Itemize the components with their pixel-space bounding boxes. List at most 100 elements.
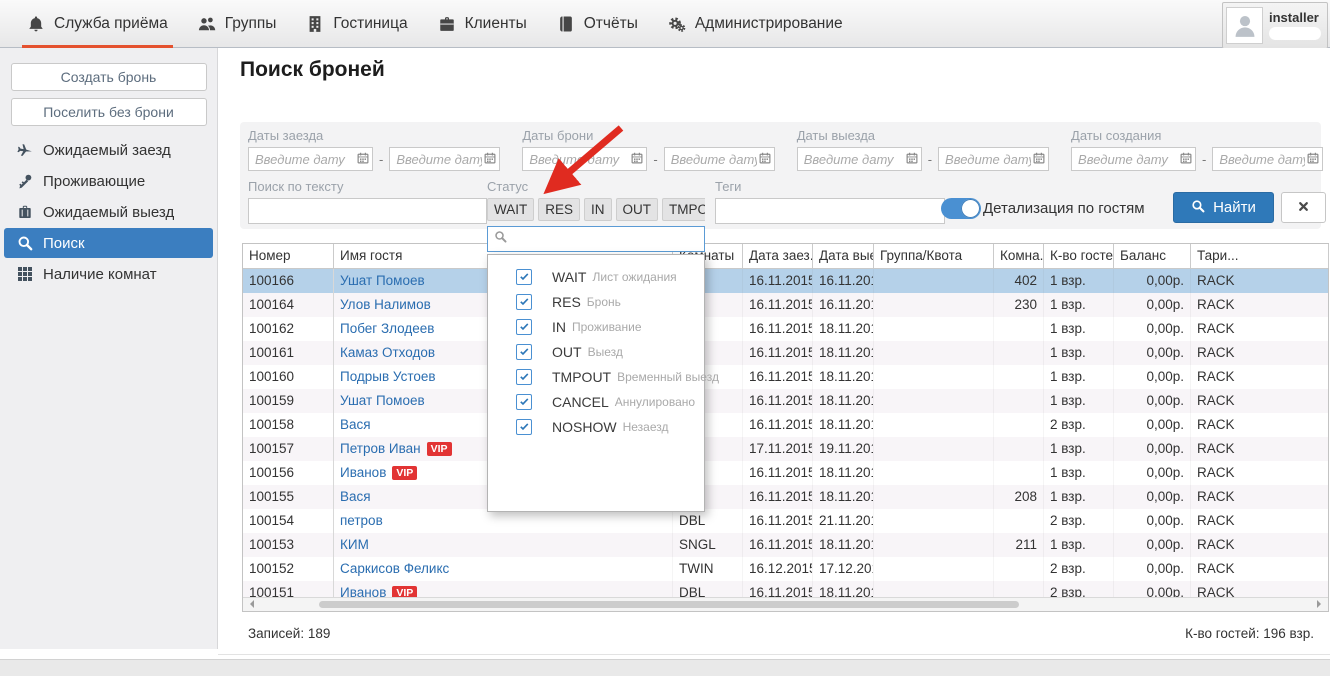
col-number[interactable]: Номер bbox=[243, 244, 334, 268]
checkin-without-booking-button[interactable]: Поселить без брони bbox=[10, 98, 207, 126]
table-row[interactable]: 100156 Иванов VIP 16.11.201518.11.2015 1 взр… bbox=[243, 461, 1328, 485]
status-option-res[interactable]: RES Бронь bbox=[488, 289, 704, 314]
nav-tab-hotel[interactable]: Гостиница bbox=[291, 0, 422, 47]
scroll-right-arrow[interactable] bbox=[1317, 600, 1325, 608]
table-row[interactable]: 100162 Побег Злодеев 16.11.201518.11.2015 1… bbox=[243, 317, 1328, 341]
checkbox[interactable] bbox=[516, 293, 532, 310]
checkbox[interactable] bbox=[516, 368, 532, 385]
status-option-out[interactable]: OUT Выезд bbox=[488, 339, 704, 364]
tags-input[interactable] bbox=[715, 198, 945, 224]
table-row[interactable]: 100157 Петров Иван VIP 17.11.201519.11.2015… bbox=[243, 437, 1328, 461]
sidebar-item-expected-arrival[interactable]: Ожидаемый заезд bbox=[4, 135, 213, 165]
cell-number: 100157 bbox=[243, 437, 334, 461]
guest-link[interactable]: Саркисов Феликс bbox=[340, 561, 449, 576]
col-balance[interactable]: Баланс bbox=[1114, 244, 1191, 268]
guest-detail-toggle[interactable] bbox=[941, 198, 981, 219]
table-row[interactable]: 100153 КИМ SNGL16.11.201518.11.2015 2111 вз… bbox=[243, 533, 1328, 557]
col-group-quota[interactable]: Группа/Квота bbox=[874, 244, 994, 268]
col-departure-date[interactable]: Дата вые... bbox=[813, 244, 874, 268]
status-tags[interactable]: WAITRESINOUTTMPOUTCANCEL bbox=[487, 198, 705, 221]
text-search-input[interactable] bbox=[248, 198, 487, 224]
table-row[interactable]: 100154 петров DBL16.11.201521.11.2015 2 взр… bbox=[243, 509, 1328, 533]
sidebar-item-room-availability[interactable]: Наличие комнат bbox=[4, 259, 213, 289]
table-row[interactable]: 100152 Саркисов Феликс TWIN 16.12.2015 17.12… bbox=[243, 557, 1328, 581]
clear-filters-button[interactable] bbox=[1281, 192, 1326, 223]
user-menu[interactable]: installer bbox=[1222, 2, 1328, 49]
status-option-tmpout[interactable]: TMPOUT Временный выезд bbox=[488, 364, 719, 389]
guest-link[interactable]: Иванов bbox=[340, 465, 386, 480]
status-tag-wait[interactable]: WAIT bbox=[487, 198, 535, 221]
scroll-left-arrow[interactable] bbox=[246, 600, 254, 608]
nav-tab-administration[interactable]: Администрирование bbox=[653, 0, 858, 47]
nav-tab-front-office[interactable]: Служба приёма bbox=[12, 0, 183, 48]
guest-link[interactable]: Иванов bbox=[340, 585, 386, 597]
checkbox[interactable] bbox=[516, 268, 532, 285]
table-row[interactable]: 100160 Подрыв Устоев 16.11.201518.11.2015 1… bbox=[243, 365, 1328, 389]
cell-guest-qty: 1 взр. bbox=[1044, 437, 1114, 461]
sidebar-item-in-house[interactable]: Проживающие bbox=[4, 166, 213, 196]
guest-link[interactable]: Подрыв Устоев bbox=[340, 369, 436, 384]
table-row[interactable]: 100158 Вася 16.11.201518.11.2015 2 взр.0,00… bbox=[243, 413, 1328, 437]
guest-link[interactable]: Улов Налимов bbox=[340, 297, 431, 312]
create-booking-button[interactable]: Создать бронь bbox=[10, 63, 207, 91]
checkbox[interactable] bbox=[516, 393, 532, 410]
guest-link[interactable]: Ушат Помоев bbox=[340, 273, 425, 288]
col-room[interactable]: Комна... bbox=[994, 244, 1044, 268]
find-button[interactable]: Найти bbox=[1173, 192, 1274, 223]
status-tag-in[interactable]: IN bbox=[584, 198, 612, 221]
sidebar-item-search[interactable]: Поиск bbox=[4, 228, 213, 258]
table-row[interactable]: 100151 Иванов VIP DBL16.11.201518.11.2015 2 … bbox=[243, 581, 1328, 597]
table-row[interactable]: 100161 Камаз Отходов 16.11.201518.11.2015 1… bbox=[243, 341, 1328, 365]
date-from-input[interactable] bbox=[248, 147, 373, 171]
date-from-input[interactable] bbox=[522, 147, 648, 171]
book-icon bbox=[559, 15, 572, 32]
status-code: CANCEL bbox=[552, 393, 609, 410]
cell-arrival-date: 17.11.2015 bbox=[743, 437, 813, 461]
horizontal-scrollbar[interactable] bbox=[243, 597, 1328, 611]
sidebar-item-expected-departure[interactable]: Ожидаемый выезд bbox=[4, 197, 213, 227]
nav-tab-clients[interactable]: Клиенты bbox=[423, 0, 542, 47]
guest-link[interactable]: Камаз Отходов bbox=[340, 345, 435, 360]
status-tag-out[interactable]: OUT bbox=[615, 198, 659, 221]
table-row[interactable]: 100155 Вася 16.11.201518.11.2015 2081 взр.0… bbox=[243, 485, 1328, 509]
status-search-input[interactable] bbox=[512, 230, 704, 248]
date-to-input[interactable] bbox=[663, 147, 775, 171]
date-from-input[interactable] bbox=[1071, 147, 1197, 171]
status-option-cancel[interactable]: CANCEL Аннулировано bbox=[488, 389, 704, 414]
guest-link[interactable]: Ушат Помоев bbox=[340, 393, 425, 408]
status-tag-res[interactable]: RES bbox=[538, 198, 581, 221]
nav-tab-groups[interactable]: Группы bbox=[183, 0, 292, 47]
table-row[interactable]: 100166 Ушат Помоев 16.11.201516.11.2015 402… bbox=[243, 269, 1328, 293]
date-to-input[interactable] bbox=[1212, 147, 1324, 171]
table-row[interactable]: 100164 Улов Налимов 16.11.201516.11.2015 23… bbox=[243, 293, 1328, 317]
status-option-wait[interactable]: WAIT Лист ожидания bbox=[488, 264, 704, 289]
reservation-search-screen: Служба приёма Группы Гостиница Клиенты Отчёт… bbox=[0, 0, 1330, 676]
search-icon bbox=[18, 236, 33, 251]
sidebar-item-label: Ожидаемый заезд bbox=[43, 141, 171, 159]
guest-link[interactable]: КИМ bbox=[340, 537, 369, 552]
date-to-input[interactable] bbox=[938, 147, 1050, 171]
status-option-noshow[interactable]: NOSHOW Незаезд bbox=[488, 414, 704, 439]
col-tariff[interactable]: Тари... bbox=[1191, 244, 1329, 268]
scrollbar-thumb[interactable] bbox=[319, 601, 1019, 608]
guest-link[interactable]: Вася bbox=[340, 417, 371, 432]
guest-link[interactable]: петров bbox=[340, 513, 383, 528]
guest-link[interactable]: Побег Злодеев bbox=[340, 321, 434, 336]
date-from-input[interactable] bbox=[796, 147, 922, 171]
status-dropdown-searchbox[interactable] bbox=[487, 226, 705, 252]
checkbox[interactable] bbox=[516, 418, 532, 435]
status-tag-tmpout[interactable]: TMPOUT bbox=[662, 198, 705, 221]
guest-link[interactable]: Вася bbox=[340, 489, 371, 504]
checkbox[interactable] bbox=[516, 343, 532, 360]
checkbox[interactable] bbox=[516, 318, 532, 335]
key-icon bbox=[19, 174, 32, 189]
table-row[interactable]: 100159 Ушат Помоев 16.11.201518.11.2015 1 в… bbox=[243, 389, 1328, 413]
col-arrival-date[interactable]: Дата заез... bbox=[743, 244, 813, 268]
cell-guest-qty: 1 взр. bbox=[1044, 317, 1114, 341]
status-description: Временный выезд bbox=[617, 369, 719, 384]
date-to-input[interactable] bbox=[389, 147, 501, 171]
col-guest-qty[interactable]: К-во гостей bbox=[1044, 244, 1114, 268]
status-option-in[interactable]: IN Проживание bbox=[488, 314, 704, 339]
guest-link[interactable]: Петров Иван bbox=[340, 441, 421, 456]
nav-tab-reports[interactable]: Отчёты bbox=[542, 0, 653, 47]
